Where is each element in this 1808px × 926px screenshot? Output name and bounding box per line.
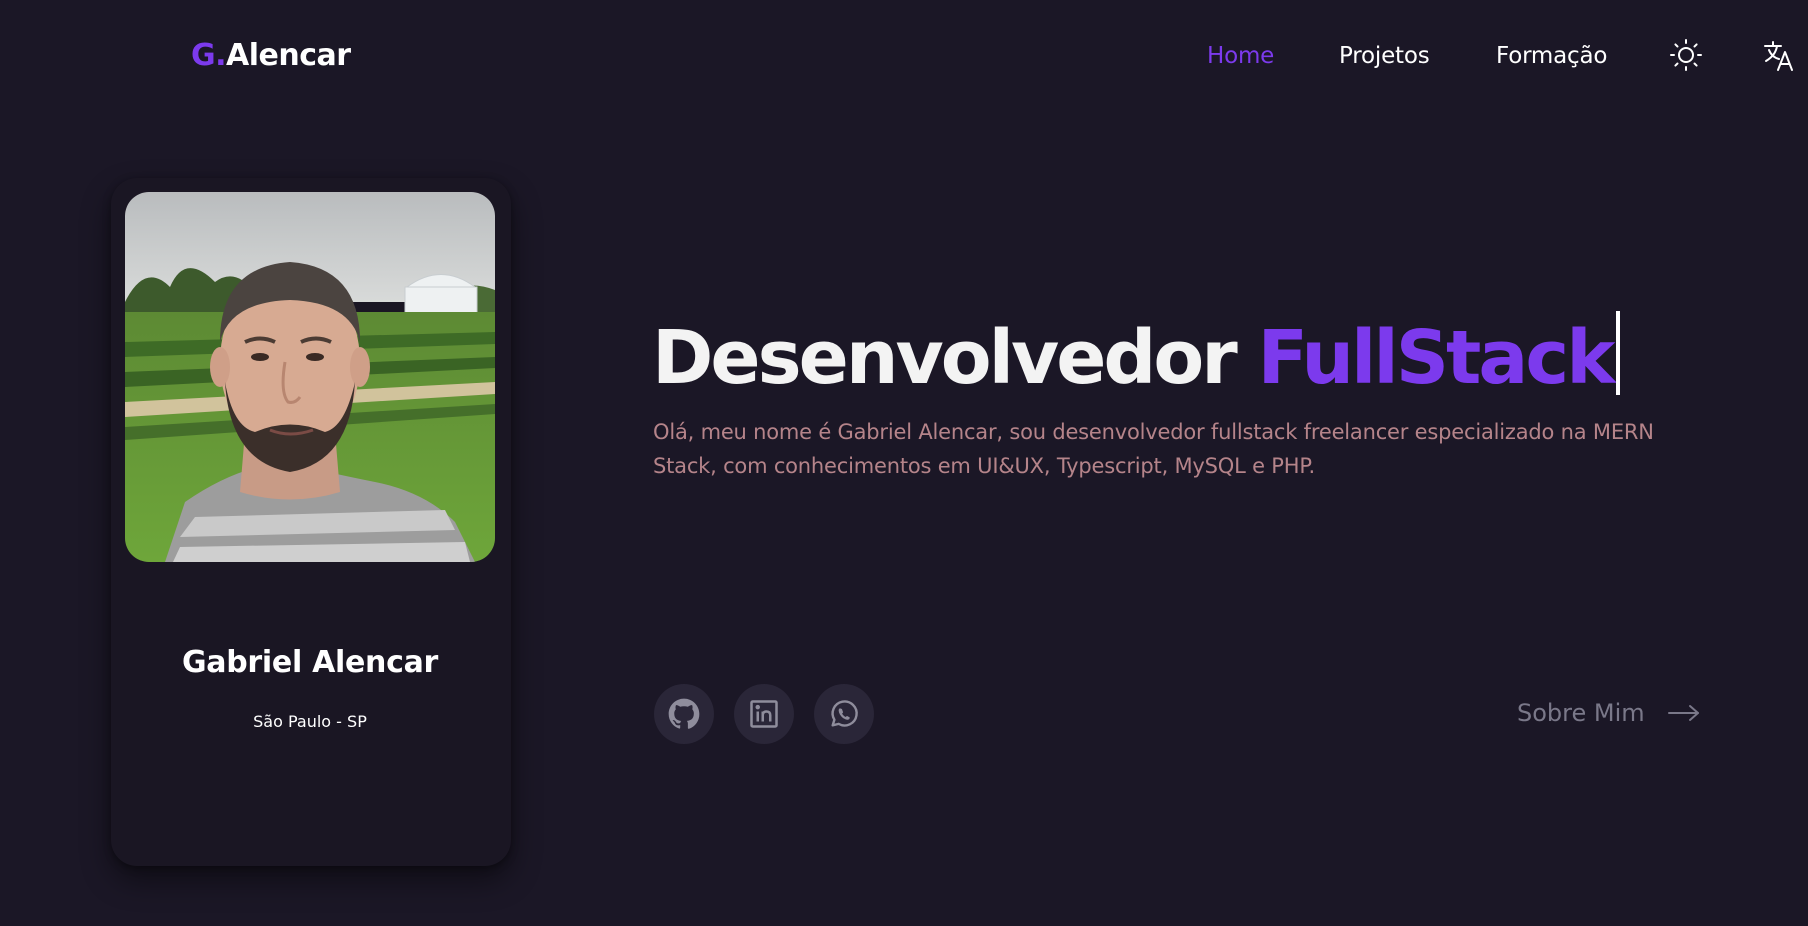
github-button[interactable] [654,684,714,744]
about-me-link[interactable]: Sobre Mim [1517,696,1701,730]
sun-icon [1670,39,1702,71]
profile-photo [125,192,495,562]
profile-location: São Paulo - SP [253,712,367,731]
whatsapp-button[interactable] [814,684,874,744]
hero-description: Olá, meu nome é Gabriel Alencar, sou des… [653,420,1654,478]
brand-name: Alencar [226,38,351,73]
nav-formacao-link[interactable]: Formação [1496,40,1607,72]
nav-home-link[interactable]: Home [1207,40,1274,72]
brand-logo[interactable]: G.Alencar [191,36,351,76]
profile-card: Gabriel Alencar São Paulo - SP [111,178,511,866]
navbar: G.Alencar Home Projetos Formação [0,0,1808,112]
arrow-right-icon [1667,705,1699,721]
whatsapp-icon [831,700,858,727]
linkedin-button[interactable] [734,684,794,744]
nav-projetos-link[interactable]: Projetos [1339,40,1430,72]
translate-icon [1764,41,1793,71]
github-icon [668,698,700,729]
about-me-label: Sobre Mim [1517,699,1645,727]
profile-name: Gabriel Alencar [181,645,439,680]
theme-toggle-button[interactable] [1669,38,1703,72]
hero-title-plain: Desenvolvedor [652,315,1238,401]
hero-title-highlight: FullStack [1257,315,1615,401]
typing-cursor [1616,311,1621,395]
hero-title: Desenvolvedor FullStack [652,310,1621,406]
language-toggle-button[interactable] [1762,38,1796,72]
linkedin-icon [750,700,778,728]
brand-accent: G. [191,38,227,73]
